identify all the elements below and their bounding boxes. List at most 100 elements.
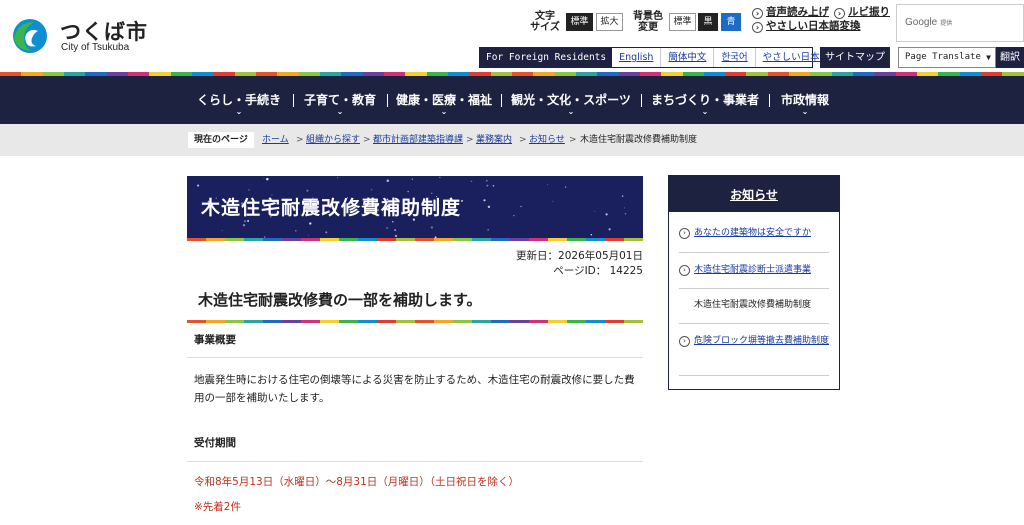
sidebar-item-building-safety[interactable]: › あなたの建築物は安全ですか (679, 226, 829, 241)
star-dot (487, 229, 489, 231)
chevron-down-icon: ⌄ (701, 107, 709, 116)
color-stripe (187, 238, 643, 241)
breadcrumb-department[interactable]: 都市計画部建築指導課 (373, 133, 463, 147)
sidebar-title[interactable]: お知らせ (669, 186, 839, 203)
bg-blue-button[interactable]: 青 (721, 13, 741, 31)
site-logo[interactable]: つくば市 City of Tsukuba (10, 16, 150, 56)
stripe-segment (339, 320, 358, 323)
updated-date: 更新日：2026年05月01日 (516, 250, 643, 262)
font-size-standard-button[interactable]: 標準 (566, 13, 593, 31)
nav-item-city-info[interactable]: 市政情報 ⌄ (774, 76, 836, 124)
stripe-segment (263, 238, 282, 241)
stripe-segment (529, 238, 548, 241)
star-dot (624, 207, 625, 209)
lang-chinese-link[interactable]: 簡体中文 (661, 48, 715, 67)
font-size-large-button[interactable]: 拡大 (596, 13, 623, 31)
star-dot (394, 234, 398, 238)
stripe-segment (624, 320, 643, 323)
translate-button[interactable]: 翻訳 (996, 47, 1024, 68)
stripe-segment (396, 320, 415, 323)
logo-english-name: City of Tsukuba (61, 42, 130, 53)
google-search-box[interactable]: Google 提供 (896, 4, 1024, 42)
sidebar-item-seismic-diagnosis[interactable]: › 木造住宅耐震診断士派遣事業 (679, 263, 829, 278)
stripe-segment (244, 320, 263, 323)
stripe-segment (491, 238, 510, 241)
chevron-down-icon: ▼ (986, 53, 991, 62)
stripe-segment (415, 238, 434, 241)
star-dot (590, 234, 593, 236)
nav-item-town-planning[interactable]: まちづくり・事業者 ⌄ (646, 76, 764, 124)
stripe-segment (491, 320, 510, 323)
lang-korean-link[interactable]: 한국어 (714, 48, 756, 67)
chevron-down-icon: ⌄ (440, 107, 448, 116)
star-dot (430, 226, 434, 229)
stripe-segment (415, 320, 434, 323)
divider (187, 461, 643, 462)
star-dot (309, 222, 312, 225)
star-dot (370, 189, 373, 191)
easy-japanese-link[interactable]: › やさしい日本語変換 (752, 18, 861, 33)
star-dot (308, 234, 310, 236)
ruby-link[interactable]: › ルビ振り (834, 4, 890, 19)
star-dot (624, 213, 627, 215)
chevron-right-icon: › (752, 22, 763, 33)
star-dot (520, 205, 522, 208)
chevron-right-icon: › (679, 265, 690, 276)
stripe-segment (434, 238, 453, 241)
breadcrumb-label: 現在のページ (188, 132, 254, 148)
breadcrumb-home[interactable]: ホーム (262, 133, 289, 147)
stripe-segment (510, 238, 529, 241)
star-dot (243, 220, 247, 223)
stripe-segment (472, 320, 491, 323)
stripe-segment (358, 320, 377, 323)
sidebar-header: お知らせ (669, 176, 839, 212)
voice-reading-link[interactable]: › 音声読み上げ (752, 4, 829, 19)
star-dot (386, 227, 388, 229)
star-dot (460, 199, 464, 202)
star-dot (486, 184, 489, 187)
breadcrumb-news[interactable]: お知らせ (529, 133, 565, 147)
chevron-down-icon: ⌄ (336, 107, 344, 116)
bg-black-button[interactable]: 黒 (698, 13, 718, 31)
foreign-residents-label: For Foreign Residents (480, 48, 613, 67)
page-translate-select[interactable]: Page Translate ▼ (898, 47, 996, 68)
nav-divider (293, 94, 294, 107)
stripe-segment (225, 238, 244, 241)
stripe-segment (605, 238, 624, 241)
nav-item-childcare[interactable]: 子育て・教育 ⌄ (298, 76, 382, 124)
divider (679, 323, 829, 324)
nav-item-tourism[interactable]: 観光・文化・スポーツ ⌄ (506, 76, 636, 124)
stripe-segment (301, 320, 320, 323)
bg-color-label: 背景色 変更 (633, 11, 663, 33)
stripe-segment (529, 320, 548, 323)
sidebar-item-block-wall-removal[interactable]: › 危険ブロック塀等撤去費補助制度 (679, 334, 829, 349)
stripe-segment (548, 238, 567, 241)
google-label: Google (905, 17, 938, 28)
nav-item-health[interactable]: 健康・医療・福祉 ⌄ (392, 76, 496, 124)
first-come-note: ※先着2件 (194, 501, 241, 513)
stripe-segment (339, 238, 358, 241)
divider (679, 375, 829, 376)
star-dot (294, 229, 297, 232)
stripe-segment (377, 320, 396, 323)
lang-english-link[interactable]: English (612, 48, 662, 67)
star-dot (546, 183, 549, 186)
breadcrumb-separator: > (466, 135, 474, 145)
breadcrumb-organization[interactable]: 組織から探す (306, 133, 360, 147)
breadcrumb-services[interactable]: 業務案内 (476, 133, 512, 147)
nav-item-living[interactable]: くらし・手続き ⌄ (190, 76, 288, 124)
stripe-segment (624, 238, 643, 241)
star-dot (325, 231, 328, 234)
stripe-segment (567, 238, 586, 241)
nav-divider (641, 94, 642, 107)
stripe-segment (377, 238, 396, 241)
breadcrumb-separator: > (519, 135, 527, 145)
chevron-right-icon: › (679, 228, 690, 239)
overview-text: 地震発生時における住宅の倒壊等による災害を防止するため、木造住宅の耐震改修に要し… (194, 374, 635, 404)
sitemap-button[interactable]: サイトマップ (820, 47, 890, 68)
chevron-right-icon: › (679, 336, 690, 347)
site-header: つくば市 City of Tsukuba 文字 サイズ 標準 拡大 背景色 変更… (0, 0, 1024, 72)
breadcrumb-current: 木造住宅耐震改修費補助制度 (580, 135, 698, 145)
stripe-segment (320, 320, 339, 323)
bg-standard-button[interactable]: 標準 (669, 13, 696, 31)
